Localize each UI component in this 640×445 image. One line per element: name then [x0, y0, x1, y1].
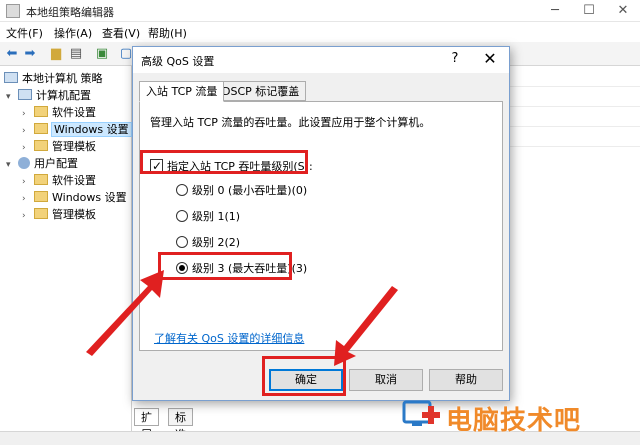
tab-inbound-tcp[interactable]: 入站 TCP 流量	[139, 81, 225, 102]
arrow-to-ok-button	[334, 286, 398, 366]
watermark-text: 电脑技术吧	[446, 406, 582, 436]
watermark-logo-icon	[402, 400, 440, 426]
annotation-arrows	[86, 270, 398, 366]
watermark: 电脑技术吧	[400, 396, 636, 436]
arrow-to-level-3	[86, 270, 164, 356]
